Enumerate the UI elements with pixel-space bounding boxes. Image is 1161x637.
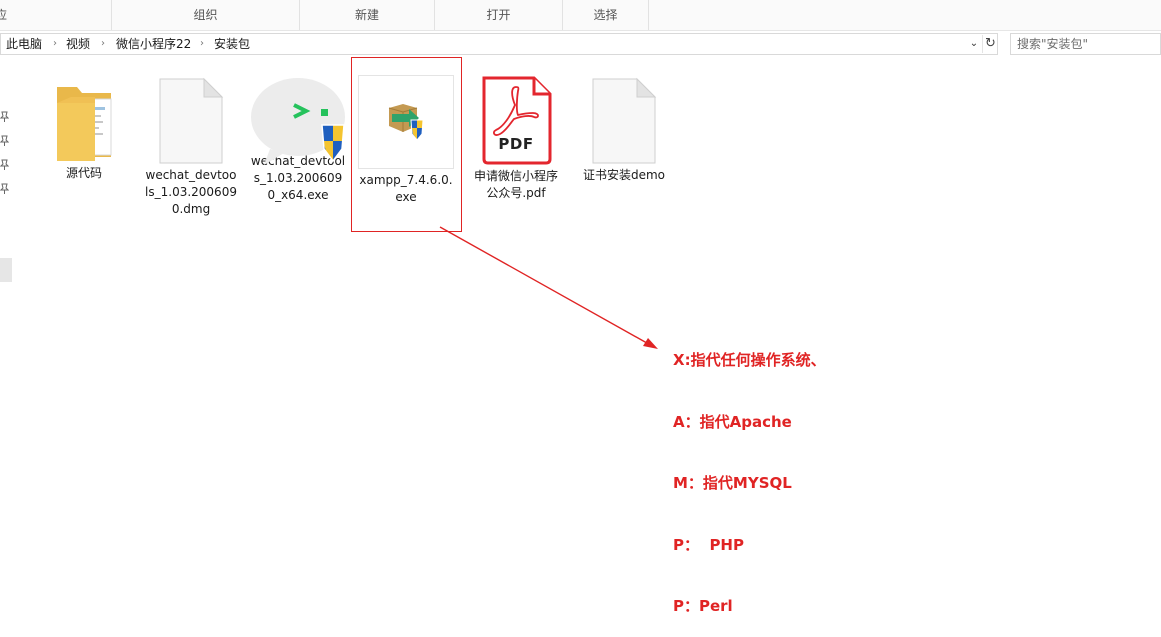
annotation-line: P：Perl bbox=[673, 597, 733, 615]
annotation-line: M：指代MYSQL bbox=[673, 474, 792, 492]
annotation-note: X:指代任何操作系统、 A：指代Apache M：指代MYSQL P： PHP … bbox=[673, 309, 873, 637]
annotation-line: P： PHP bbox=[673, 535, 744, 554]
annotation-line: A：指代Apache bbox=[673, 412, 792, 431]
annotation-arrow bbox=[439, 226, 658, 349]
annotation-line: X:指代任何操作系统、 bbox=[673, 351, 826, 369]
